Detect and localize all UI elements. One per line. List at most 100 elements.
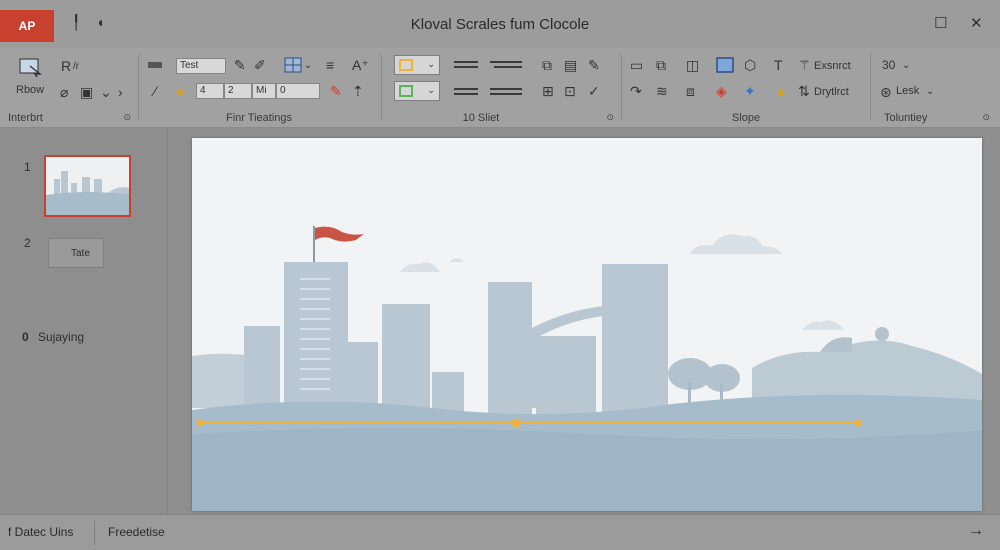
group-launcher-icon[interactable]: ⊙ <box>982 112 990 123</box>
dropdown-icon[interactable]: ⌄ <box>100 84 112 100</box>
building-shape <box>602 264 668 416</box>
section-item[interactable]: 0 Sujaying <box>22 330 84 344</box>
link-icon[interactable]: ⌀ <box>60 84 68 100</box>
align-left-icon[interactable] <box>454 61 478 63</box>
size-field-a[interactable]: 4 <box>196 83 224 99</box>
slide-thumbnail-2[interactable]: Tate <box>48 238 104 268</box>
picture-icon[interactable] <box>716 57 734 73</box>
frame-icon[interactable]: ◫ <box>686 57 699 73</box>
shape-outline-picker[interactable]: ⌄ <box>394 81 440 101</box>
maximize-button[interactable]: ☐ <box>934 14 947 32</box>
size-field-c[interactable]: Mi <box>252 83 276 99</box>
section-label: Sujaying <box>38 330 85 344</box>
close-button[interactable]: ✕ <box>970 14 983 32</box>
group-icon[interactable]: ⧈ <box>686 83 695 99</box>
duplicate-icon[interactable]: ⧉ <box>656 57 666 73</box>
group-label-font: Finr Tieatings <box>225 112 293 124</box>
curve-icon[interactable]: ↷ <box>630 83 642 99</box>
lock-button[interactable]: Lesk <box>896 85 919 97</box>
arrow-right-icon[interactable]: → <box>968 522 984 540</box>
shape-fill-picker[interactable]: ⌄ <box>394 55 440 75</box>
brush-icon[interactable]: ✎ <box>330 83 342 99</box>
extract-button[interactable]: Exsnrct <box>814 60 851 72</box>
status-mid[interactable]: Freedetise <box>108 525 165 539</box>
slide-2-label: Tate <box>71 248 90 259</box>
table-icon[interactable]: ⊞ <box>542 83 554 99</box>
line-handle-mid <box>511 418 521 428</box>
display-button[interactable]: Drytlrct <box>814 86 849 98</box>
size-field-b[interactable]: 2 <box>224 83 252 99</box>
chevron-right-icon[interactable]: › <box>118 84 123 100</box>
group-divider <box>621 54 622 120</box>
status-bar: f Datec Uins Freedetise → <box>0 514 1000 550</box>
style-icon[interactable] <box>148 62 162 68</box>
slide-thumbnail-1[interactable] <box>44 155 131 217</box>
building-shape <box>244 326 280 416</box>
text-icon[interactable]: T <box>774 57 783 73</box>
image-icon[interactable]: ▣ <box>80 84 93 100</box>
group-divider <box>870 54 871 120</box>
effects-icon[interactable]: ✦ <box>744 83 756 99</box>
align-right-line <box>454 93 478 95</box>
show-icon[interactable] <box>18 56 44 78</box>
r-button-sub: /r <box>73 61 80 72</box>
shapes-icon[interactable]: ▭ <box>630 57 643 73</box>
zoom-button[interactable]: 30 <box>882 58 895 72</box>
city-skyline-illustration <box>192 138 982 511</box>
group-label-tools: Toluntiey <box>884 112 928 124</box>
align-left-line <box>454 66 478 68</box>
check-icon[interactable]: ✓ <box>588 83 600 99</box>
format-icon[interactable]: ⁄ <box>154 83 156 99</box>
ribbon-group-font: Test ✎ ✐ ⁄ ● 4 2 Mi 0 ⌄ ≡ A⁺ ✎ ⇡ Finr Ti… <box>140 50 378 126</box>
slides-pane: 1 2 Tate 0 Sujaying <box>0 128 168 514</box>
highlight-icon[interactable]: ● <box>176 83 184 99</box>
justify-line <box>490 93 522 95</box>
chevron-down-icon[interactable]: ⌄ <box>902 58 910 74</box>
group-label-slope: Slope <box>731 112 761 124</box>
recolor-icon[interactable]: ◈ <box>716 83 727 99</box>
pencil-icon[interactable]: ✐ <box>254 57 266 73</box>
copy-icon[interactable]: ⧉ <box>542 57 552 73</box>
arrange-icon[interactable]: ⇅ <box>798 83 810 99</box>
group-label-slides: 10 Sliet <box>462 112 500 124</box>
section-icon: 0 <box>22 330 29 344</box>
building-shape <box>488 282 532 416</box>
pen-icon[interactable]: ✎ <box>234 57 246 73</box>
arrow-up-icon[interactable]: ⇡ <box>352 83 364 99</box>
warning-icon[interactable]: ▲ <box>774 83 788 99</box>
dome-top <box>875 327 889 341</box>
chevron-down-icon[interactable]: ⌄ <box>304 58 312 74</box>
ribbon-group-tools: 30 ⌄ ⊛ Lesk ⌄ Toluntiey ⊙ <box>874 50 998 126</box>
slide-canvas[interactable] <box>192 138 982 511</box>
align-right-icon[interactable] <box>454 88 478 90</box>
paste-icon[interactable]: ▤ <box>564 57 577 73</box>
group-divider <box>381 54 382 120</box>
slide-number-2: 2 <box>24 236 31 250</box>
group-launcher-icon[interactable]: ⊙ <box>606 112 614 123</box>
title-bar: AP ╿ ◖ Kloval Scrales fum Clocole ☐ ✕ <box>0 0 1000 48</box>
size-field-d[interactable]: 0 <box>276 83 320 99</box>
edit-icon[interactable]: ✎ <box>588 57 600 73</box>
grid-icon[interactable] <box>284 57 302 73</box>
align-center-line <box>494 66 522 68</box>
group-label-insert: Interbrt <box>8 112 43 124</box>
chevron-down-icon[interactable]: ⌄ <box>926 84 934 100</box>
status-left[interactable]: f Datec Uins <box>8 525 73 539</box>
slide-number-1: 1 <box>24 160 31 174</box>
font-name-combo[interactable]: Test <box>176 58 226 74</box>
building-shape <box>382 304 430 416</box>
r-button-label[interactable]: R <box>61 58 71 74</box>
show-button-label[interactable]: Rbow <box>16 84 44 96</box>
cube-icon[interactable]: ⬡ <box>744 57 756 73</box>
ribbon-group-slope: ▭ ⧉ ◫ ⬡ T ⚚ Exsnrct ↷ ≋ ⧈ ◈ ✦ ▲ ⇅ Drytlr… <box>624 50 868 126</box>
wave-icon[interactable]: ≋ <box>656 83 668 99</box>
font-size-icon[interactable]: A⁺ <box>352 57 369 73</box>
layout-icon[interactable]: ⊡ <box>564 83 576 99</box>
justify-icon[interactable] <box>490 88 522 90</box>
group-launcher-icon[interactable]: ⊙ <box>123 112 131 123</box>
list-icon[interactable]: ≡ <box>326 57 334 73</box>
align-center-icon[interactable] <box>490 61 522 63</box>
slide-canvas-area <box>172 128 1000 514</box>
lock-icon[interactable]: ⊛ <box>880 84 892 100</box>
wand-icon[interactable]: ⚚ <box>798 57 811 73</box>
